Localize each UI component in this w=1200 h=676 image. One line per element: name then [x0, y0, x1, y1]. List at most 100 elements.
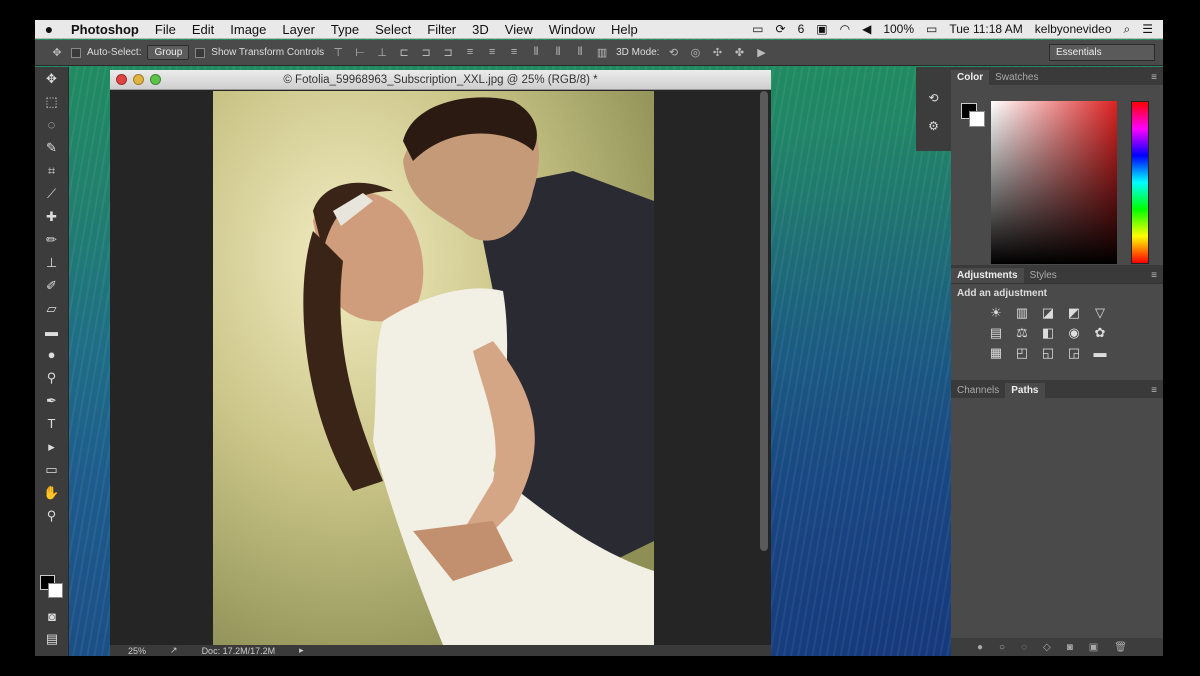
3d-drag-icon[interactable]: ✣	[709, 46, 725, 60]
tab-swatches[interactable]: Swatches	[989, 70, 1044, 85]
menu-window[interactable]: Window	[541, 22, 603, 37]
shape-tool[interactable]: ▭	[35, 458, 68, 481]
clone-stamp-tool[interactable]: ⊥	[35, 251, 68, 274]
paths-menu-icon[interactable]: ≡	[1145, 383, 1163, 398]
exposure-icon[interactable]: ◩	[1063, 305, 1085, 321]
3d-scale-icon[interactable]: ▶	[753, 46, 769, 60]
brush-tool[interactable]: ✏	[35, 228, 68, 251]
distribute-left-icon[interactable]: ⫴	[528, 46, 544, 60]
sync-icon[interactable]: ⟳	[776, 22, 786, 36]
status-menu-arrow-icon[interactable]: ▸	[299, 645, 304, 656]
align-right-icon[interactable]: ⊐	[440, 46, 456, 60]
lasso-tool[interactable]: ◌	[35, 113, 68, 136]
photo-filter-icon[interactable]: ◉	[1063, 325, 1085, 341]
align-bottom-icon[interactable]: ⊥	[374, 46, 390, 60]
posterize-icon[interactable]: ◱	[1037, 345, 1059, 361]
tab-paths[interactable]: Paths	[1005, 383, 1045, 398]
tab-styles[interactable]: Styles	[1024, 268, 1063, 283]
distribute-right-icon[interactable]: ⫴	[572, 46, 588, 60]
levels-icon[interactable]: ▥	[1011, 305, 1033, 321]
3d-slide-icon[interactable]: ✤	[731, 46, 747, 60]
menu-file[interactable]: File	[147, 22, 184, 37]
saturation-value-field[interactable]	[991, 101, 1117, 264]
blur-tool[interactable]: ●	[35, 343, 68, 366]
3d-rotate-icon[interactable]: ⟲	[665, 46, 681, 60]
vibrance-icon[interactable]: ▽	[1089, 305, 1111, 321]
3d-roll-icon[interactable]: ◎	[687, 46, 703, 60]
crop-tool[interactable]: ⌗	[35, 159, 68, 182]
load-selection-icon[interactable]: ◌	[1021, 642, 1027, 653]
panel-background-swatch[interactable]	[969, 111, 985, 127]
airplay-icon[interactable]: ▣	[816, 22, 827, 36]
brightness-icon[interactable]: ☀	[985, 305, 1007, 321]
properties-panel-icon[interactable]: ⚙	[916, 119, 951, 133]
zoom-level[interactable]: 25%	[128, 646, 146, 656]
delete-path-icon[interactable]: 🗑	[1114, 642, 1127, 653]
distribute-center-icon[interactable]: ⫴	[550, 46, 566, 60]
history-panel-icon[interactable]: ⟲	[916, 91, 951, 105]
channel-mixer-icon[interactable]: ✿	[1089, 325, 1111, 341]
doc-size-info[interactable]: Doc: 17.2M/17.2M	[202, 646, 276, 656]
menu-filter[interactable]: Filter	[419, 22, 464, 37]
share-icon[interactable]: ↗	[170, 645, 178, 656]
path-select-tool[interactable]: ▸	[35, 435, 68, 458]
apple-menu-icon[interactable]: ●	[35, 21, 63, 37]
vertical-scrollbar[interactable]	[760, 91, 768, 551]
history-brush-tool[interactable]: ✐	[35, 274, 68, 297]
align-center-icon[interactable]: ⊐	[418, 46, 434, 60]
canvas-image[interactable]	[213, 91, 654, 645]
clock[interactable]: Tue 11:18 AM	[949, 22, 1022, 36]
eyedropper-tool[interactable]: ⟋	[35, 182, 68, 205]
transform-controls-checkbox[interactable]	[195, 47, 206, 58]
auto-align-icon[interactable]: ▥	[594, 46, 610, 60]
eraser-tool[interactable]: ▱	[35, 297, 68, 320]
new-path-icon[interactable]: ▣	[1089, 642, 1098, 653]
wifi-icon[interactable]: ◠	[840, 22, 850, 36]
marquee-tool[interactable]: ⬚	[35, 90, 68, 113]
auto-select-dropdown[interactable]: Group	[147, 45, 190, 60]
menu-select[interactable]: Select	[367, 22, 419, 37]
workspace-dropdown[interactable]: Essentials	[1049, 44, 1155, 61]
adjustments-menu-icon[interactable]: ≡	[1145, 268, 1163, 283]
distribute-bottom-icon[interactable]: ≡	[506, 46, 522, 60]
curves-icon[interactable]: ◪	[1037, 305, 1059, 321]
distribute-middle-icon[interactable]: ≡	[484, 46, 500, 60]
move-tool-icon[interactable]: ✥	[49, 46, 65, 60]
notification-center-icon[interactable]: ☰	[1142, 22, 1153, 36]
move-tool[interactable]: ✥	[35, 67, 68, 90]
document-title-bar[interactable]: © Fotolia_59968963_Subscription_XXL.jpg …	[110, 70, 771, 90]
make-path-icon[interactable]: ◇	[1043, 642, 1051, 653]
menu-edit[interactable]: Edit	[184, 22, 222, 37]
spotlight-icon[interactable]: ⌕	[1124, 22, 1131, 37]
menu-layer[interactable]: Layer	[274, 22, 323, 37]
gradient-tool[interactable]: ▬	[35, 320, 68, 343]
type-tool[interactable]: T	[35, 412, 68, 435]
menu-view[interactable]: View	[497, 22, 541, 37]
align-left-icon[interactable]: ⊏	[396, 46, 412, 60]
auto-select-checkbox[interactable]	[71, 47, 81, 58]
menu-type[interactable]: Type	[323, 22, 367, 37]
align-top-icon[interactable]: ⊤	[330, 46, 346, 60]
background-color-swatch[interactable]	[48, 583, 63, 598]
user-name[interactable]: kelbyonevideo	[1035, 22, 1112, 36]
threshold-icon[interactable]: ◲	[1063, 345, 1085, 361]
battery-icon[interactable]: ▭	[926, 22, 937, 36]
color-balance-icon[interactable]: ⚖	[1011, 325, 1033, 341]
screen-mode-icon[interactable]: ▤	[35, 627, 69, 650]
hue-slider[interactable]	[1131, 101, 1149, 264]
screen-icon[interactable]: ▭	[752, 22, 763, 36]
menu-image[interactable]: Image	[222, 22, 274, 37]
zoom-tool[interactable]: ⚲	[35, 504, 68, 527]
volume-icon[interactable]: ◀	[862, 22, 871, 36]
color-lookup-icon[interactable]: ▦	[985, 345, 1007, 361]
app-menu[interactable]: Photoshop	[63, 22, 147, 37]
invert-icon[interactable]: ◰	[1011, 345, 1033, 361]
distribute-top-icon[interactable]: ≡	[462, 46, 478, 60]
tab-channels[interactable]: Channels	[951, 383, 1005, 398]
tab-color[interactable]: Color	[951, 70, 990, 85]
stroke-path-icon[interactable]: ○	[999, 642, 1005, 653]
quick-mask-icon[interactable]: ◙	[35, 605, 69, 628]
tab-adjustments[interactable]: Adjustments	[951, 268, 1024, 283]
hand-tool[interactable]: ✋	[35, 481, 68, 504]
menu-3d[interactable]: 3D	[464, 22, 497, 37]
